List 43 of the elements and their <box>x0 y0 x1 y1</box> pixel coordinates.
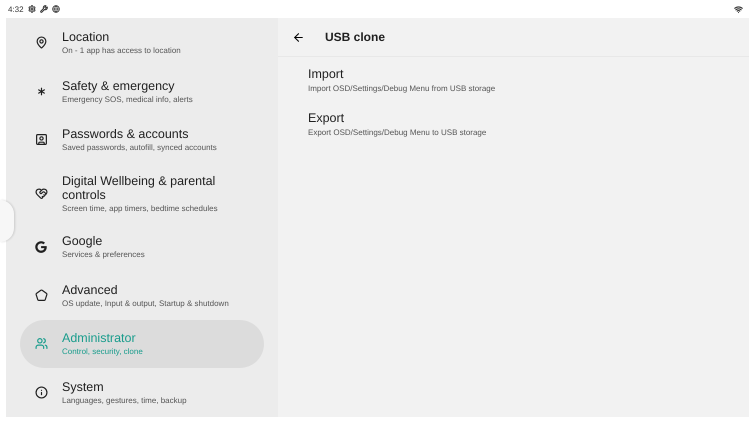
heart-hand-icon <box>34 186 48 200</box>
back-icon[interactable] <box>292 30 305 44</box>
wrench-icon <box>40 5 48 13</box>
menu-item-title: Location <box>62 30 110 44</box>
page-title: USB clone <box>325 30 386 44</box>
settings-menu-item[interactable]: Advanced OS update, Input & output, Startup & shutdown <box>20 270 264 320</box>
option-item[interactable]: Import Import OSD/Settings/Debug Menu from USB storage <box>278 57 749 101</box>
option-subtitle: Export OSD/Settings/Debug Menu to USB storage <box>308 128 488 137</box>
settings-menu-item[interactable]: System Languages, gestures, time, backup <box>20 368 264 417</box>
menu-item-title: Passwords & accounts <box>62 127 190 142</box>
option-item[interactable]: Export Export OSD/Settings/Debug Menu to USB storage <box>278 101 749 145</box>
status-time: 4:32 <box>8 4 24 14</box>
settings-menu-item[interactable]: Google Services & preferences <box>20 222 264 271</box>
menu-item-subtitle: Screen time, app timers, bedtime schedules <box>62 204 219 213</box>
settings-menu-item[interactable]: Passwords & accounts Saved passwords, autofill, synced accounts <box>20 115 264 164</box>
menu-item-title: System <box>62 380 105 394</box>
option-title: Import <box>308 67 344 81</box>
globe-icon <box>52 5 60 13</box>
menu-item-title: Google <box>62 234 104 248</box>
menu-item-subtitle: Control, security, clone <box>62 347 143 356</box>
menu-item-subtitle: Emergency SOS, medical info, alerts <box>62 94 193 104</box>
menu-item-title: Digital Wellbeing & parental controls <box>62 174 216 202</box>
menu-item-subtitle: Saved passwords, autofill, synced accounts <box>62 143 217 152</box>
menu-item-subtitle: Languages, gestures, time, backup <box>62 396 187 406</box>
settings-menu-item[interactable]: Location On - 1 app has access to location <box>20 18 264 67</box>
menu-item-subtitle: OS update, Input & output, Startup & shutdown <box>62 298 229 308</box>
menu-item-title: Administrator <box>62 331 137 346</box>
users-icon <box>34 337 48 350</box>
menu-item-title: Safety & emergency <box>62 78 176 93</box>
menu-item-subtitle: On - 1 app has access to location <box>62 46 181 55</box>
settings-menu-item[interactable]: Safety & emergency Emergency SOS, medical info, alerts <box>20 66 264 116</box>
settings-icon <box>28 5 36 13</box>
info-icon <box>34 386 48 400</box>
account-card-icon <box>34 133 48 146</box>
menu-item-title: Advanced <box>62 282 119 297</box>
option-subtitle: Import OSD/Settings/Debug Menu from USB storage <box>308 84 496 93</box>
pentagon-icon <box>34 288 48 302</box>
google-g-icon <box>35 240 47 253</box>
location-pin-icon <box>34 36 48 49</box>
wifi-icon <box>734 4 743 14</box>
option-title: Export <box>308 111 346 125</box>
settings-menu-item[interactable]: Digital Wellbeing & parental controls Screen time, app timers, bedtime schedules <box>20 164 264 222</box>
menu-item-subtitle: Services & preferences <box>62 250 145 260</box>
